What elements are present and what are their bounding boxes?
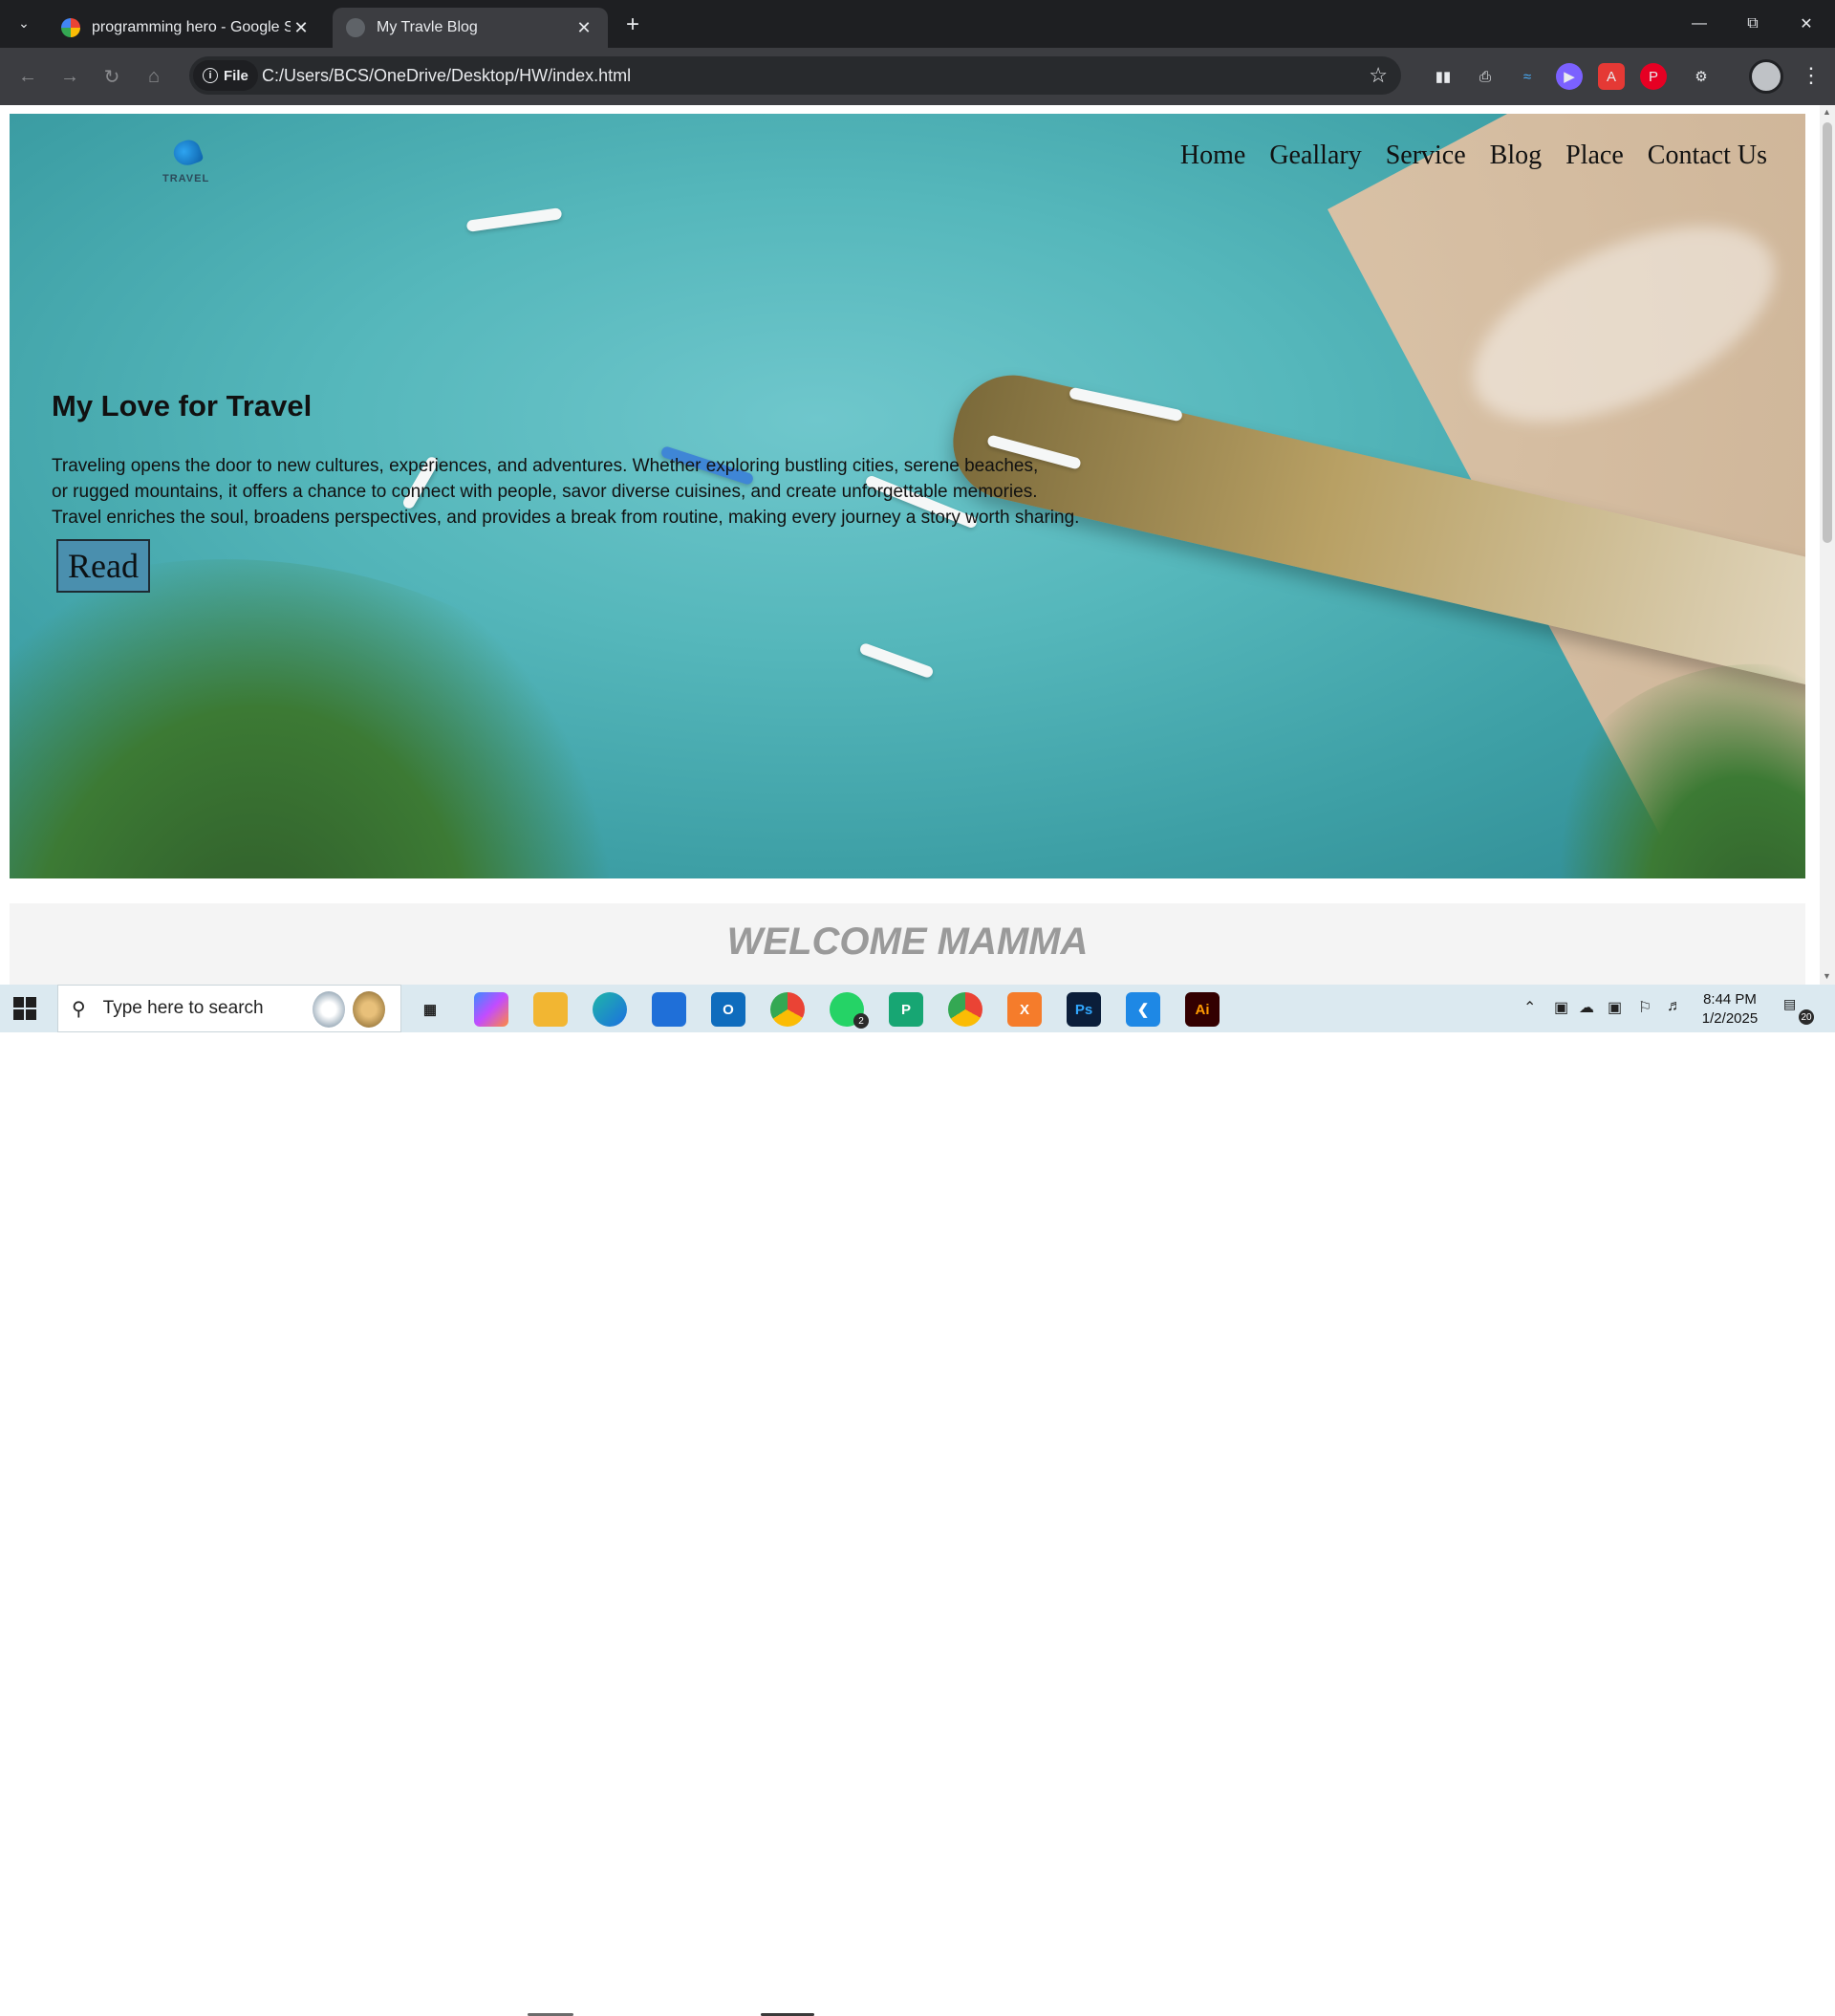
- file-explorer-icon[interactable]: [533, 992, 568, 1027]
- photoshop-icon[interactable]: Ps: [1067, 992, 1101, 1027]
- volume-icon[interactable]: ♬: [1667, 998, 1682, 1015]
- home-icon[interactable]: ⌂: [140, 62, 168, 91]
- hero-title: My Love for Travel: [52, 389, 313, 423]
- nav-link-place[interactable]: Place: [1565, 141, 1624, 171]
- main-navigation: Home Geallary Service Blog Place Contact…: [1180, 141, 1767, 171]
- chevron-down-icon: ⌄: [18, 14, 30, 31]
- scroll-down-arrow-icon[interactable]: ▼: [1823, 971, 1831, 981]
- illustrator-icon[interactable]: Ai: [1185, 992, 1220, 1027]
- scroll-up-arrow-icon[interactable]: ▲: [1823, 107, 1831, 117]
- welcome-section: WELCOME MAMMA: [10, 903, 1805, 985]
- tab-travel-blog[interactable]: My Travle Blog ✕: [333, 8, 608, 48]
- nav-link-blog[interactable]: Blog: [1490, 141, 1542, 171]
- page-scrollbar[interactable]: ▲ ▼: [1820, 105, 1835, 985]
- copilot-icon[interactable]: [474, 992, 508, 1027]
- logo-mark-icon: [170, 136, 205, 170]
- reading-list-icon[interactable]: ▮▮: [1430, 63, 1457, 90]
- hero-paragraph-line: or rugged mountains, it offers a chance …: [52, 482, 1038, 502]
- page-viewport: TRAVEL Home Geallary Service Blog Place …: [0, 105, 1820, 985]
- browser-tab-strip: ⌄ programming hero - Google Se ✕ My Trav…: [0, 0, 1835, 48]
- extension-wave-icon[interactable]: ≈: [1514, 63, 1541, 90]
- chrome-profile-icon[interactable]: [948, 992, 982, 1027]
- read-button[interactable]: Read: [56, 539, 150, 593]
- close-tab-icon[interactable]: ✕: [573, 17, 594, 38]
- clock-date: 1/2/2025: [1701, 1010, 1759, 1027]
- windows-start-icon[interactable]: [13, 997, 36, 1020]
- nav-link-contact-us[interactable]: Contact Us: [1648, 141, 1767, 171]
- show-hidden-icons-chevron-icon[interactable]: ⌃: [1523, 998, 1536, 1017]
- search-highlight-decoration: [313, 991, 387, 1028]
- notification-count-badge: 20: [1799, 1009, 1814, 1025]
- surfboard-decoration: [858, 641, 935, 680]
- extensions-puzzle-icon[interactable]: ⚙: [1688, 63, 1715, 90]
- address-bar[interactable]: i File C:/Users/BCS/OneDrive/Desktop/HW/…: [189, 56, 1401, 95]
- extension-printer-icon[interactable]: ⎙: [1472, 63, 1499, 90]
- window-close-icon[interactable]: ✕: [1780, 0, 1833, 48]
- browser-toolbar: ← → ↻ ⌂ i File C:/Users/BCS/OneDrive/Des…: [0, 48, 1835, 105]
- back-arrow-icon[interactable]: ←: [13, 62, 42, 91]
- xampp-icon[interactable]: X: [1007, 992, 1042, 1027]
- nav-link-geallary[interactable]: Geallary: [1269, 141, 1361, 171]
- restore-icon[interactable]: ⧉: [1726, 0, 1780, 48]
- system-clock[interactable]: 8:44 PM 1/2/2025: [1692, 990, 1768, 1029]
- edge-icon[interactable]: [593, 992, 627, 1027]
- onedrive-error-icon[interactable]: ☁: [1579, 998, 1594, 1017]
- surfboard-decoration: [465, 207, 563, 232]
- logo-text: TRAVEL: [162, 173, 210, 184]
- tab-title: My Travle Blog: [377, 19, 478, 35]
- outlook-icon[interactable]: O: [711, 992, 745, 1027]
- pdf-extension-icon[interactable]: A: [1598, 63, 1625, 90]
- taskbar-search-box[interactable]: ⚲ Type here to search: [57, 985, 401, 1032]
- profile-avatar[interactable]: [1749, 59, 1783, 94]
- new-tab-plus-icon[interactable]: +: [619, 11, 646, 38]
- site-logo[interactable]: TRAVEL: [151, 136, 218, 190]
- search-icon: ⚲: [72, 998, 86, 1020]
- microsoft-store-icon[interactable]: [652, 992, 686, 1027]
- meet-now-icon[interactable]: ▣: [1554, 998, 1568, 1017]
- battery-icon[interactable]: ▣: [1608, 998, 1622, 1017]
- pinterest-icon[interactable]: P: [1640, 63, 1667, 90]
- url-scheme-label: File: [224, 67, 248, 84]
- bookmark-star-icon[interactable]: ☆: [1369, 63, 1388, 88]
- windows-taskbar: ⚲ Type here to search ▦ O 2 P X Ps ❮ Ai …: [0, 985, 1835, 2016]
- close-tab-icon[interactable]: ✕: [291, 17, 312, 38]
- extension-play-icon[interactable]: ▶: [1556, 63, 1583, 90]
- tab-search-button[interactable]: ⌄: [10, 9, 38, 37]
- wifi-icon[interactable]: ⚐: [1638, 998, 1652, 1017]
- nav-link-home[interactable]: Home: [1180, 141, 1245, 171]
- task-view-icon[interactable]: ▦: [413, 992, 447, 1027]
- whatsapp-badge: 2: [853, 1013, 869, 1029]
- site-info-chip[interactable]: i File: [193, 60, 258, 91]
- search-placeholder: Type here to search: [102, 998, 264, 1018]
- hero-paragraph-line: Traveling opens the door to new cultures…: [52, 456, 1039, 476]
- vscode-icon[interactable]: ❮: [1126, 992, 1160, 1027]
- minimize-icon[interactable]: —: [1673, 0, 1726, 48]
- forward-arrow-icon[interactable]: →: [55, 62, 84, 91]
- pycharm-edu-icon[interactable]: P: [889, 992, 923, 1027]
- nav-link-service[interactable]: Service: [1386, 141, 1466, 171]
- chrome-icon[interactable]: [770, 992, 805, 1027]
- globe-favicon-icon: [346, 18, 365, 37]
- info-icon: i: [203, 68, 218, 83]
- more-options-icon[interactable]: ⋮: [1801, 63, 1822, 88]
- tab-title: programming hero - Google Se: [92, 19, 291, 35]
- welcome-heading: WELCOME MAMMA: [726, 921, 1089, 963]
- scrollbar-thumb[interactable]: [1823, 122, 1832, 543]
- hero-paragraph-line: Travel enriches the soul, broadens persp…: [52, 508, 1080, 528]
- hero-paragraph: Traveling opens the door to new cultures…: [52, 453, 1160, 531]
- hero-section: TRAVEL Home Geallary Service Blog Place …: [10, 114, 1805, 878]
- clock-time: 8:44 PM: [1703, 991, 1757, 1008]
- tab-google-search[interactable]: programming hero - Google Se ✕: [48, 8, 325, 48]
- google-favicon-icon: [61, 18, 80, 37]
- reload-icon[interactable]: ↻: [97, 62, 126, 91]
- url-text[interactable]: C:/Users/BCS/OneDrive/Desktop/HW/index.h…: [262, 66, 631, 86]
